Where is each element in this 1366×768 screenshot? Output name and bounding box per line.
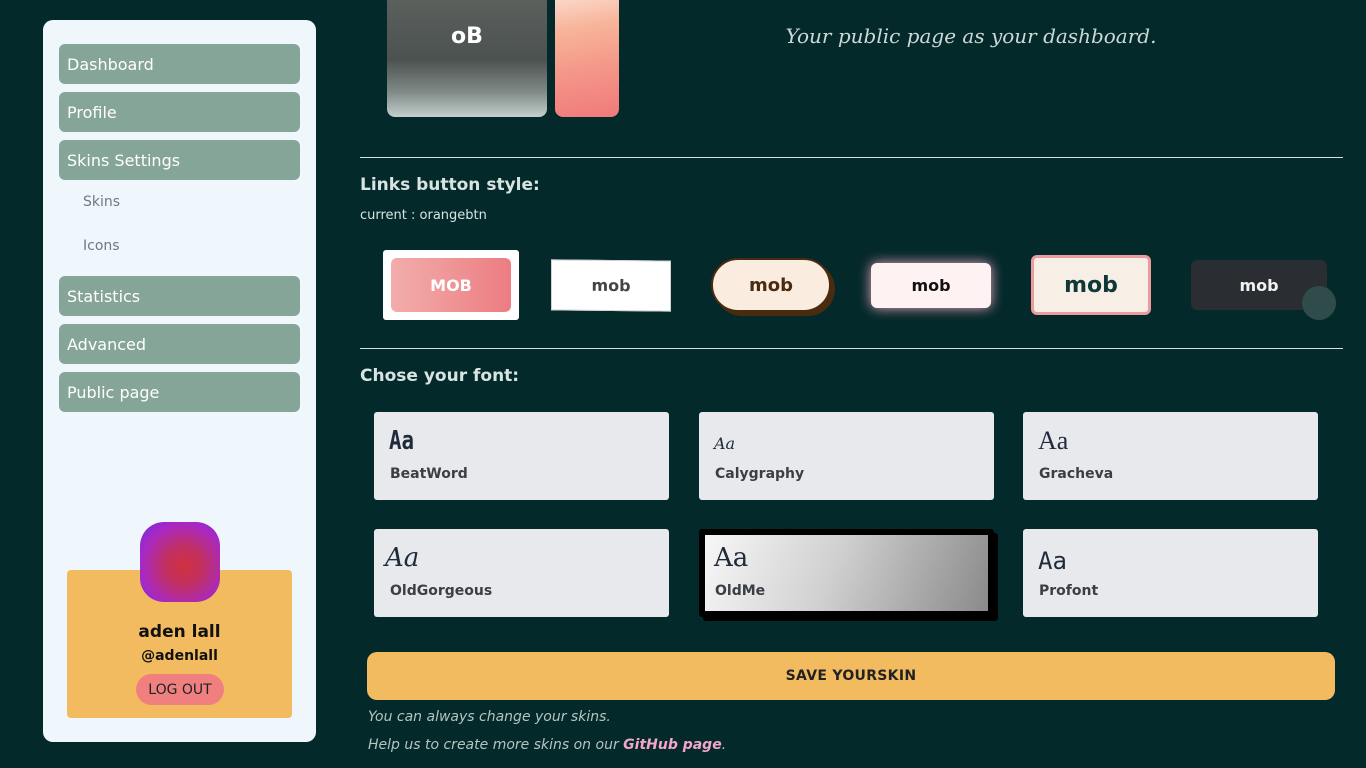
button-style-decor-dot: [1302, 286, 1336, 320]
font-name: Profont: [1039, 583, 1099, 599]
github-link[interactable]: GitHub page: [623, 737, 722, 753]
button-style-option-4[interactable]: mob: [871, 263, 991, 308]
sidebar-item-statistics[interactable]: Statistics: [59, 276, 300, 316]
font-name: OldGorgeous: [390, 583, 493, 599]
font-sample: Aa: [714, 543, 749, 573]
font-name: Calygraphy: [715, 466, 805, 482]
note-github-suffix: .: [721, 737, 727, 753]
sidebar-item-dashboard[interactable]: Dashboard: [59, 44, 300, 84]
font-sample: Aa: [714, 434, 736, 453]
font-option-oldgorgeous[interactable]: Aa OldGorgeous: [374, 529, 669, 617]
font-option-gracheva[interactable]: Aa Gracheva: [1023, 412, 1318, 500]
font-name: BeatWord: [390, 466, 468, 482]
font-name: Gracheva: [1039, 466, 1114, 482]
font-sample: Aa: [389, 426, 415, 456]
logout-button[interactable]: LOG OUT: [136, 674, 224, 705]
sidebar-item-profile[interactable]: Profile: [59, 92, 300, 132]
font-option-profont[interactable]: Aa Profont: [1023, 529, 1318, 617]
sidebar-item-public-page[interactable]: Public page: [59, 372, 300, 412]
font-name: OldMe: [715, 583, 766, 599]
sidebar: Dashboard Profile Skins Settings Skins I…: [43, 20, 316, 742]
note-github: Help us to create more skins on our GitH…: [368, 737, 726, 753]
note-github-prefix: Help us to create more skins on our: [368, 737, 624, 753]
font-option-calygraphy[interactable]: Aa Calygraphy: [699, 412, 994, 500]
skin-preview-thumbnail-2[interactable]: [555, 0, 619, 117]
font-sample: Aa: [1038, 547, 1067, 575]
sidebar-item-advanced[interactable]: Advanced: [59, 324, 300, 364]
sidebar-item-skins-settings[interactable]: Skins Settings: [59, 140, 300, 180]
font-option-oldme[interactable]: Aa OldMe: [699, 529, 994, 617]
user-handle: @adenlall: [141, 648, 218, 664]
skin-preview-thumbnail[interactable]: oB: [387, 0, 547, 117]
user-name: aden lall: [138, 622, 221, 642]
sidebar-subitem-icons[interactable]: Icons: [83, 238, 120, 254]
font-section-title: Chose your font:: [360, 366, 520, 386]
button-style-title: Links button style:: [360, 175, 540, 195]
tagline: Your public page as your dashboard.: [785, 24, 1157, 48]
avatar: [140, 522, 220, 602]
button-style-option-orangebtn[interactable]: MOB: [391, 258, 511, 312]
font-sample: Aa: [385, 543, 420, 573]
button-style-option-3[interactable]: mob: [711, 258, 831, 312]
skin-preview-label: oB: [451, 24, 483, 49]
note-change-skins: You can always change your skins.: [368, 709, 611, 725]
font-sample: Aa: [1038, 426, 1069, 455]
font-option-beatword[interactable]: Aa BeatWord: [374, 412, 669, 500]
divider: [360, 348, 1343, 349]
divider: [360, 157, 1343, 158]
button-style-option-5[interactable]: mob: [1031, 255, 1151, 315]
current-button-style: current : orangebtn: [360, 208, 487, 223]
sidebar-subitem-skins[interactable]: Skins: [83, 194, 120, 210]
save-skin-button[interactable]: SAVE YOURSKIN: [367, 652, 1335, 700]
button-style-option-2[interactable]: mob: [551, 259, 671, 312]
